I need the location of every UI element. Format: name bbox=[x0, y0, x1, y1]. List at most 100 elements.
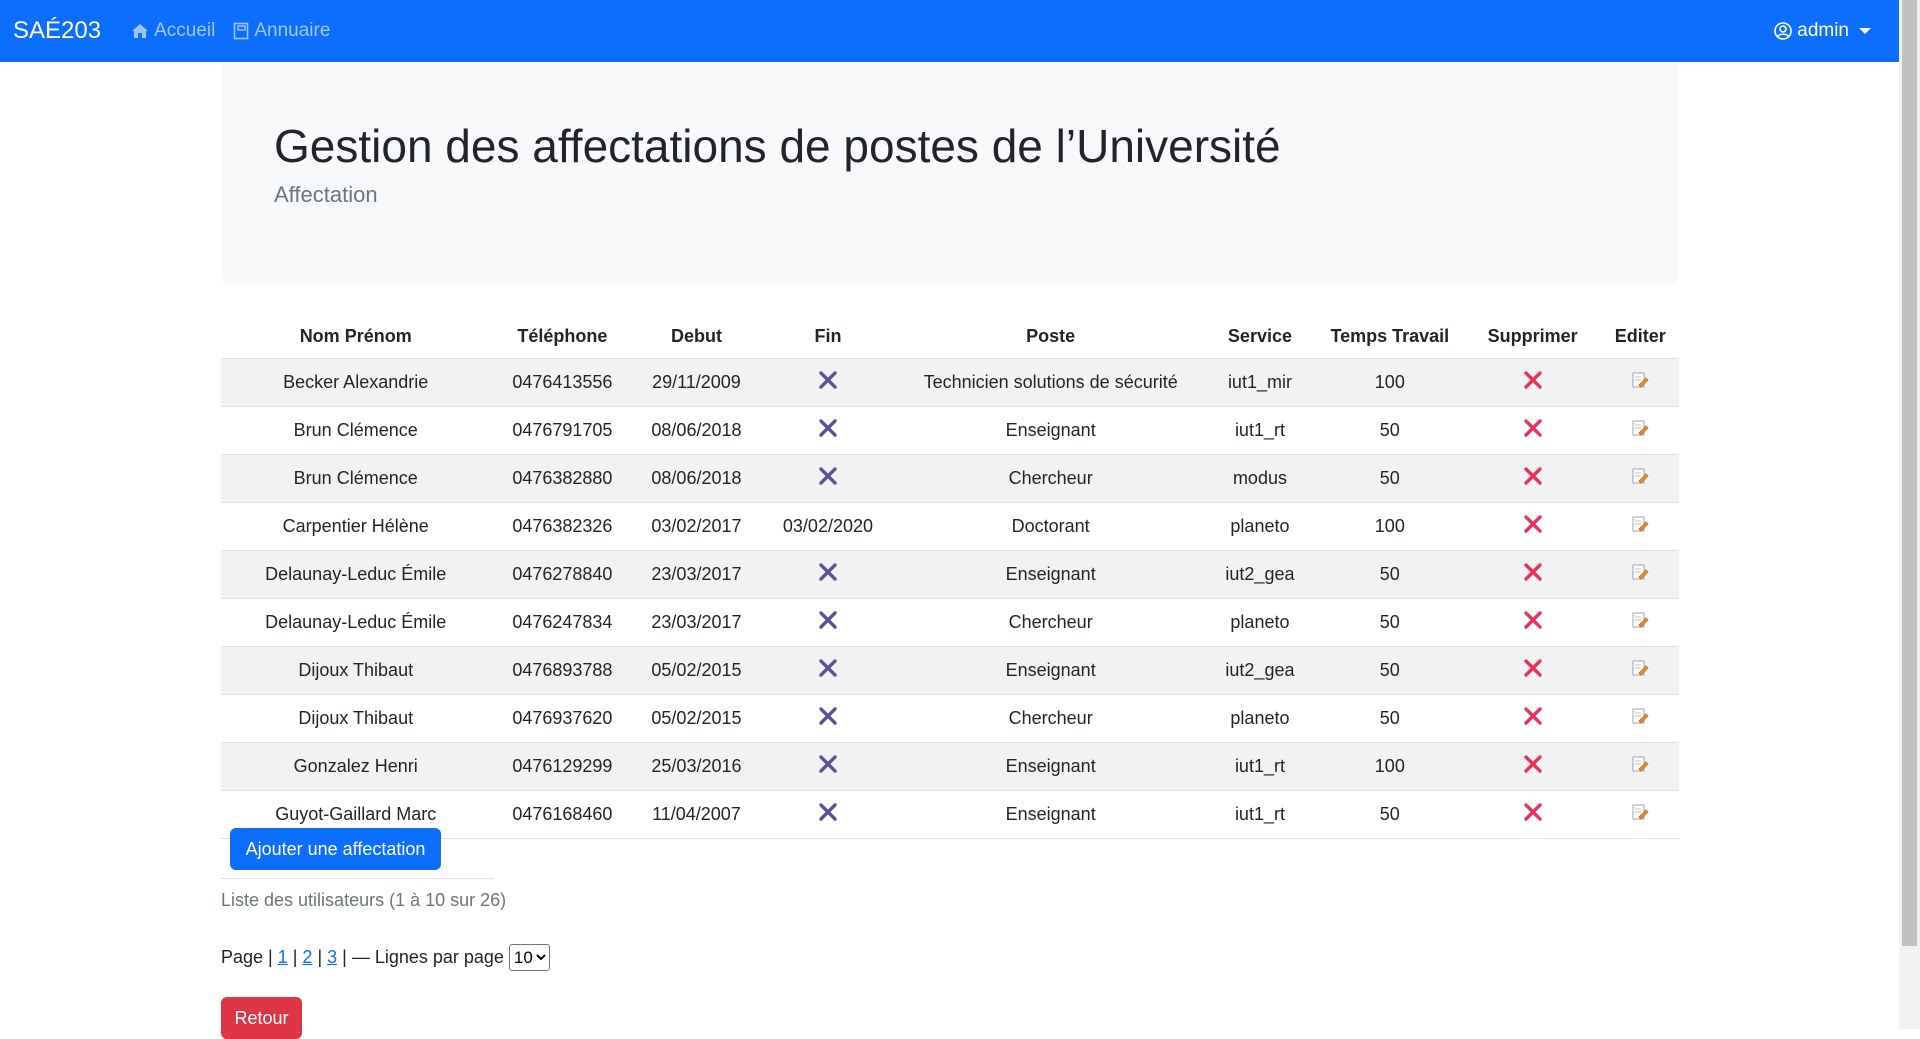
cell-supprimer bbox=[1463, 742, 1602, 791]
nav-link-accueil[interactable]: Accueil bbox=[131, 20, 215, 42]
cell-supprimer bbox=[1463, 358, 1602, 407]
cell-telephone: 0476413556 bbox=[490, 358, 635, 407]
cell-editer bbox=[1601, 550, 1679, 599]
cell-temps-travail: 50 bbox=[1315, 550, 1464, 599]
cell-editer bbox=[1601, 694, 1679, 743]
cell-editer bbox=[1601, 790, 1679, 839]
delete-icon[interactable] bbox=[1523, 562, 1543, 587]
no-end-date-icon bbox=[818, 466, 838, 491]
user-circle-icon bbox=[1774, 22, 1793, 40]
cell-service: iut2_gea bbox=[1203, 646, 1316, 695]
cell-debut: 05/02/2015 bbox=[634, 694, 759, 743]
delete-icon[interactable] bbox=[1523, 802, 1543, 827]
cell-editer bbox=[1601, 454, 1679, 503]
cell-poste: Enseignant bbox=[897, 742, 1204, 791]
cell-temps-travail: 100 bbox=[1315, 502, 1464, 551]
edit-icon[interactable] bbox=[1631, 515, 1649, 538]
page-link-3[interactable]: 3 bbox=[327, 947, 337, 968]
cell-editer bbox=[1601, 358, 1679, 407]
no-end-date-icon bbox=[818, 802, 838, 827]
page-title: Gestion des affectations de postes de l’… bbox=[274, 120, 1281, 172]
cell-telephone: 0476382880 bbox=[490, 454, 635, 503]
cell-fin bbox=[758, 694, 898, 743]
add-affectation-button[interactable]: Ajouter une affectation bbox=[230, 828, 441, 870]
table-body: Becker Alexandrie 0476413556 29/11/2009 Tec… bbox=[221, 358, 1679, 839]
delete-icon[interactable] bbox=[1523, 514, 1543, 539]
edit-icon[interactable] bbox=[1631, 563, 1649, 586]
per-page-select[interactable]: 10 bbox=[508, 944, 550, 971]
cell-supprimer bbox=[1463, 790, 1602, 839]
jumbotron: Gestion des affectations de postes de l’… bbox=[221, 63, 1679, 284]
cell-poste: Chercheur bbox=[897, 598, 1204, 647]
affectations-table: Nom Prénom Téléphone Debut Fin Poste Ser… bbox=[221, 314, 1679, 839]
delete-icon[interactable] bbox=[1523, 418, 1543, 443]
delete-icon[interactable] bbox=[1523, 706, 1543, 731]
cell-debut: 05/02/2015 bbox=[634, 646, 759, 695]
table-header-row: Nom Prénom Téléphone Debut Fin Poste Ser… bbox=[221, 314, 1679, 359]
header-editer: Editer bbox=[1601, 314, 1679, 359]
per-page-label: | — Lignes par page bbox=[342, 947, 504, 967]
cell-editer bbox=[1601, 598, 1679, 647]
edit-icon[interactable] bbox=[1631, 755, 1649, 778]
cell-fin bbox=[758, 646, 898, 695]
cell-editer bbox=[1601, 502, 1679, 551]
chevron-down-icon bbox=[1859, 28, 1871, 34]
edit-icon[interactable] bbox=[1631, 611, 1649, 634]
header-poste: Poste bbox=[897, 314, 1204, 359]
table-row: Delaunay-Leduc Émile 0476247834 23/03/2017… bbox=[221, 598, 1679, 647]
edit-icon[interactable] bbox=[1631, 467, 1649, 490]
cell-temps-travail: 50 bbox=[1315, 454, 1464, 503]
edit-icon[interactable] bbox=[1631, 371, 1649, 394]
header-fin: Fin bbox=[758, 314, 898, 359]
cell-telephone: 0476247834 bbox=[490, 598, 635, 647]
cell-nom-prenom: Brun Clémence bbox=[221, 454, 491, 503]
cell-fin bbox=[758, 454, 898, 503]
divider bbox=[221, 878, 494, 879]
nav-link-annuaire[interactable]: Annuaire bbox=[233, 20, 330, 42]
scrollbar-thumb[interactable] bbox=[1902, 0, 1917, 946]
back-button[interactable]: Retour bbox=[221, 997, 302, 1039]
table-row: Brun Clémence 0476791705 08/06/2018 Enseign… bbox=[221, 406, 1679, 455]
cell-poste: Doctorant bbox=[897, 502, 1204, 551]
edit-icon[interactable] bbox=[1631, 419, 1649, 442]
cell-supprimer bbox=[1463, 646, 1602, 695]
cell-debut: 23/03/2017 bbox=[634, 598, 759, 647]
page-link-1[interactable]: 1 bbox=[278, 947, 288, 968]
table-row: Dijoux Thibaut 0476937620 05/02/2015 Cherch… bbox=[221, 694, 1679, 743]
edit-icon[interactable] bbox=[1631, 659, 1649, 682]
navbar: SAÉ203 Accueil Annuaire admin bbox=[0, 0, 1899, 62]
table-row: Gonzalez Henri 0476129299 25/03/2016 Enseig… bbox=[221, 742, 1679, 791]
cell-telephone: 0476129299 bbox=[490, 742, 635, 791]
cell-service: planeto bbox=[1203, 694, 1316, 743]
delete-icon[interactable] bbox=[1523, 610, 1543, 635]
cell-telephone: 0476893788 bbox=[490, 646, 635, 695]
brand-link[interactable]: SAÉ203 bbox=[13, 17, 101, 45]
table-row: Becker Alexandrie 0476413556 29/11/2009 Tec… bbox=[221, 358, 1679, 407]
cell-telephone: 0476791705 bbox=[490, 406, 635, 455]
cell-supprimer bbox=[1463, 550, 1602, 599]
edit-icon[interactable] bbox=[1631, 803, 1649, 826]
home-icon bbox=[132, 24, 149, 38]
cell-service: iut1_rt bbox=[1203, 742, 1316, 791]
cell-debut: 08/06/2018 bbox=[634, 406, 759, 455]
delete-icon[interactable] bbox=[1523, 370, 1543, 395]
user-name: admin bbox=[1797, 20, 1849, 41]
cell-fin bbox=[758, 406, 898, 455]
pagination: Page | 1 | 2 | 3 | — Lignes par page 10 bbox=[221, 944, 550, 971]
edit-icon[interactable] bbox=[1631, 707, 1649, 730]
nav-link-accueil-label: Accueil bbox=[154, 20, 216, 41]
cell-poste: Enseignant bbox=[897, 550, 1204, 599]
pagination-prefix: Page | bbox=[221, 947, 273, 967]
no-end-date-icon bbox=[818, 610, 838, 635]
no-end-date-icon bbox=[818, 370, 838, 395]
table-row: Carpentier Hélène 0476382326 03/02/2017 03/… bbox=[221, 502, 1679, 551]
user-menu[interactable]: admin bbox=[1774, 0, 1871, 62]
delete-icon[interactable] bbox=[1523, 754, 1543, 779]
page-separator: | bbox=[317, 947, 323, 967]
cell-editer bbox=[1601, 406, 1679, 455]
delete-icon[interactable] bbox=[1523, 466, 1543, 491]
no-end-date-icon bbox=[818, 418, 838, 443]
page-link-2[interactable]: 2 bbox=[302, 947, 312, 968]
delete-icon[interactable] bbox=[1523, 658, 1543, 683]
scrollbar[interactable] bbox=[1899, 0, 1920, 1029]
